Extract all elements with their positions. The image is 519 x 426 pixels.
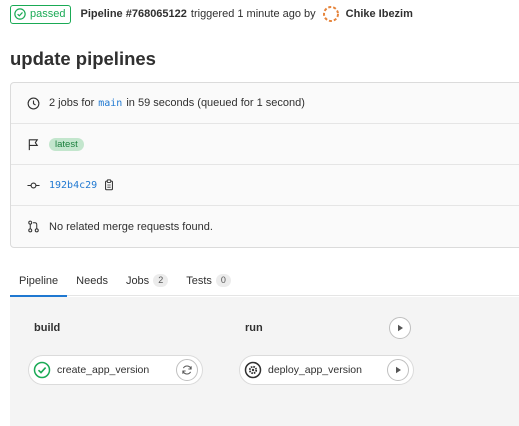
tab-tests-label: Tests — [186, 274, 212, 287]
stage-title-build: build — [34, 322, 61, 334]
job-deploy-app-version[interactable]: deploy_app_version — [239, 355, 414, 385]
tab-pipeline-label: Pipeline — [19, 274, 59, 287]
retry-button[interactable] — [176, 359, 198, 381]
play-icon — [396, 366, 401, 374]
commit-icon — [26, 178, 40, 192]
job-create-app-version[interactable]: create_app_version — [28, 355, 203, 385]
flag-icon — [26, 137, 40, 151]
job-name: deploy_app_version — [268, 364, 362, 376]
jobs-prefix: 2 jobs for — [49, 97, 95, 109]
page-title: update pipelines — [10, 48, 156, 69]
pipeline-header: passed Pipeline #768065122 triggered 1 m… — [10, 4, 413, 24]
tab-jobs[interactable]: Jobs 2 — [117, 265, 177, 296]
merge-requests-row: No related merge requests found. — [11, 206, 519, 247]
status-label: passed — [30, 8, 66, 20]
pipeline-info-card: 2 jobs for main in 59 seconds (queued fo… — [10, 82, 519, 248]
jobs-count-badge: 2 — [153, 274, 169, 287]
commit-sha-link[interactable]: 192b4c29 — [49, 180, 97, 191]
merge-requests-text: No related merge requests found. — [49, 220, 213, 233]
retry-icon — [182, 365, 192, 375]
triggered-text: triggered 1 minute ago by — [190, 8, 316, 20]
branch-link[interactable]: main — [98, 98, 122, 109]
pipeline-id: Pipeline #768065122 — [80, 8, 187, 20]
merge-request-icon — [26, 220, 40, 234]
play-icon — [398, 324, 403, 332]
pipeline-graph: build run create_app_version deploy_app_… — [10, 297, 519, 426]
latest-badge: latest — [49, 137, 84, 151]
tests-count-badge: 0 — [215, 274, 231, 287]
avatar[interactable] — [322, 5, 340, 23]
commit-row: 192b4c29 — [11, 165, 519, 206]
clock-icon — [26, 96, 40, 110]
tab-needs[interactable]: Needs — [67, 265, 117, 296]
jobs-summary-row: 2 jobs for main in 59 seconds (queued fo… — [11, 83, 519, 124]
tab-pipeline[interactable]: Pipeline — [10, 265, 68, 297]
copy-icon[interactable] — [103, 179, 115, 191]
jobs-suffix: in 59 seconds (queued for 1 second) — [126, 97, 305, 109]
status-badge[interactable]: passed — [10, 4, 72, 24]
play-button[interactable] — [387, 359, 409, 381]
run-stage-play-button[interactable] — [389, 317, 411, 339]
stage-title-run: run — [245, 322, 263, 334]
manual-gear-icon — [244, 361, 262, 379]
check-circle-icon — [14, 8, 26, 20]
pipeline-tabs: Pipeline Needs Jobs 2 Tests 0 — [10, 265, 519, 297]
tab-jobs-label: Jobs — [125, 274, 150, 287]
author-name[interactable]: Chike Ibezim — [346, 8, 413, 20]
badges-row: latest — [11, 124, 519, 165]
job-name: create_app_version — [57, 364, 150, 376]
tab-tests[interactable]: Tests 0 — [177, 265, 240, 296]
success-status-icon — [33, 361, 51, 379]
tab-needs-label: Needs — [76, 274, 108, 287]
